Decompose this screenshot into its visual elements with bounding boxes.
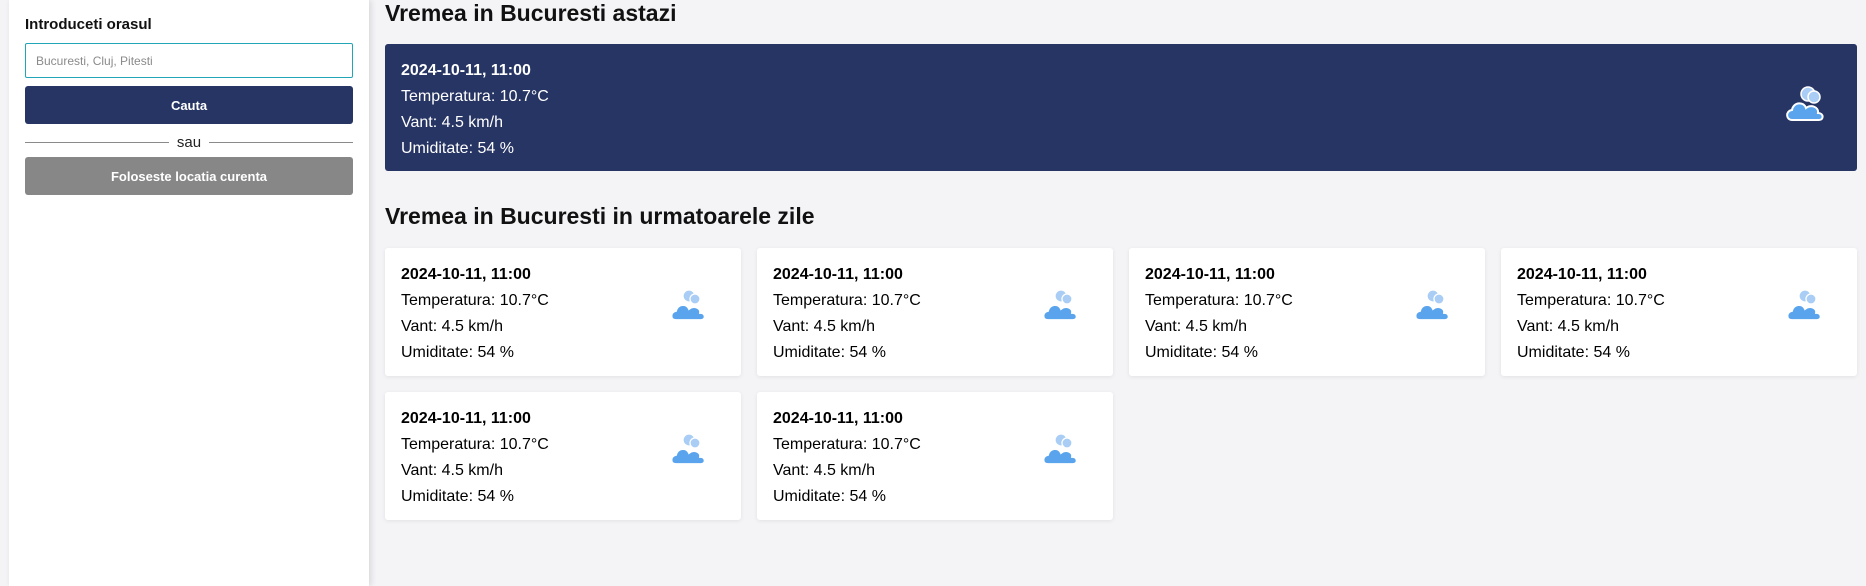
forecast-humidity: Umiditate: 54 % — [773, 344, 886, 361]
forecast-date: 2024-10-11, 11:00 — [1145, 266, 1275, 283]
forecast-date: 2024-10-11, 11:00 — [1517, 266, 1647, 283]
today-humidity: Umiditate: 54 % — [401, 140, 514, 157]
city-search-input[interactable] — [25, 43, 353, 78]
forecast-humidity: Umiditate: 54 % — [401, 344, 514, 361]
divider-line-right — [209, 141, 353, 143]
forecast-humidity: Umiditate: 54 % — [401, 488, 514, 505]
cloudy-icon — [1041, 430, 1081, 473]
today-temperature: Temperatura: 10.7°C — [401, 88, 549, 105]
sidebar: Introduceti orasul Cauta sau Foloseste l… — [9, 0, 369, 586]
forecast-card: 2024-10-11, 11:00 Temperatura: 10.7°C Va… — [1129, 248, 1485, 376]
today-wind: Vant: 4.5 km/h — [401, 114, 503, 131]
forecast-humidity: Umiditate: 54 % — [773, 488, 886, 505]
forecast-card: 2024-10-11, 11:00 Temperatura: 10.7°C Va… — [757, 248, 1113, 376]
forecast-humidity: Umiditate: 54 % — [1145, 344, 1258, 361]
cloudy-icon — [1041, 286, 1081, 329]
forecast-grid: 2024-10-11, 11:00 Temperatura: 10.7°C Va… — [385, 248, 1857, 520]
sidebar-title: Introduceti orasul — [25, 16, 152, 33]
today-date: 2024-10-11, 11:00 — [401, 62, 531, 79]
today-title: Vremea in Bucuresti astazi — [385, 0, 677, 26]
forecast-card: 2024-10-11, 11:00 Temperatura: 10.7°C Va… — [385, 392, 741, 520]
divider-line-left — [25, 141, 169, 143]
cloudy-icon — [1413, 286, 1453, 329]
left-gutter — [0, 0, 9, 586]
forecast-card: 2024-10-11, 11:00 Temperatura: 10.7°C Va… — [757, 392, 1113, 520]
forecast-title: Vremea in Bucuresti in urmatoarele zile — [385, 203, 815, 229]
cloudy-icon — [1783, 82, 1829, 129]
forecast-card: 2024-10-11, 11:00 Temperatura: 10.7°C Va… — [385, 248, 741, 376]
today-weather-card: 2024-10-11, 11:00 Temperatura: 10.7°C Va… — [385, 44, 1857, 171]
forecast-date: 2024-10-11, 11:00 — [773, 410, 903, 427]
cloudy-icon — [669, 286, 709, 329]
divider-label: sau — [176, 133, 202, 151]
search-button[interactable]: Cauta — [25, 86, 353, 124]
forecast-humidity: Umiditate: 54 % — [1517, 344, 1630, 361]
use-current-location-button[interactable]: Foloseste locatia curenta — [25, 157, 353, 195]
forecast-date: 2024-10-11, 11:00 — [401, 266, 531, 283]
or-divider: sau — [25, 132, 353, 152]
forecast-date: 2024-10-11, 11:00 — [401, 410, 531, 427]
forecast-card: 2024-10-11, 11:00 Temperatura: 10.7°C Va… — [1501, 248, 1857, 376]
forecast-date: 2024-10-11, 11:00 — [773, 266, 903, 283]
cloudy-icon — [669, 430, 709, 473]
cloudy-icon — [1785, 286, 1825, 329]
